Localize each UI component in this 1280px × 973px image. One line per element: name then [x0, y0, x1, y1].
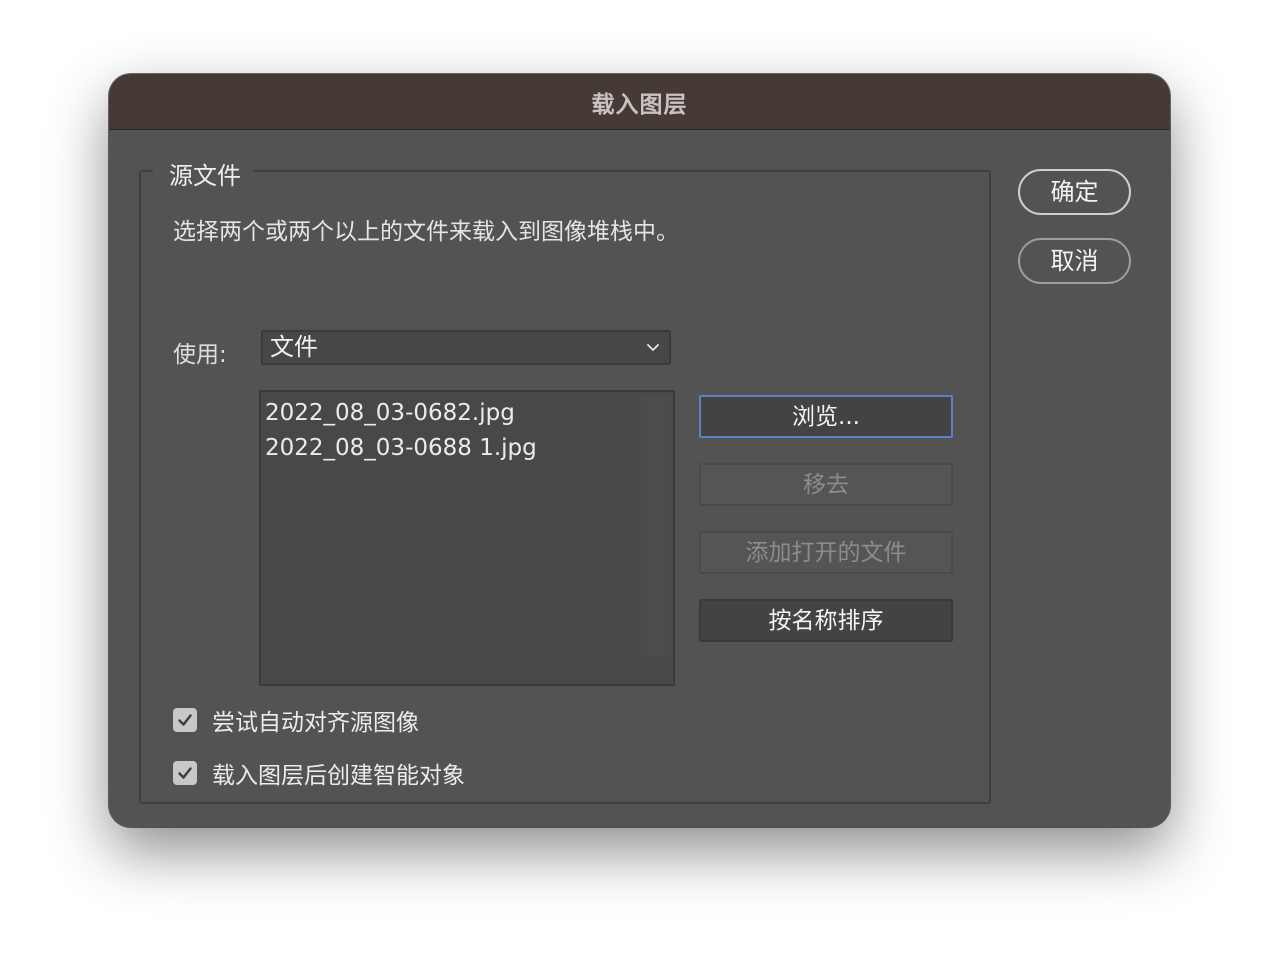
- use-label: 使用:: [173, 342, 227, 368]
- remove-button[interactable]: 移去: [699, 463, 953, 506]
- cancel-button[interactable]: 取消: [1018, 238, 1131, 284]
- load-layers-dialog: 载入图层 源文件 选择两个或两个以上的文件来载入到图像堆栈中。 使用: 文件 2…: [109, 74, 1170, 827]
- smart-object-option[interactable]: 载入图层后创建智能对象: [173, 756, 465, 790]
- file-list-scrollbar[interactable]: [641, 394, 671, 656]
- auto-align-label: 尝试自动对齐源图像: [212, 710, 419, 736]
- list-item[interactable]: 2022_08_03-0682.jpg: [265, 396, 669, 431]
- smart-object-checkbox[interactable]: [173, 761, 197, 785]
- checkmark-icon: [178, 767, 192, 779]
- chevron-down-icon: [647, 344, 659, 351]
- auto-align-checkbox[interactable]: [173, 708, 197, 732]
- sort-by-name-button[interactable]: 按名称排序: [699, 599, 953, 642]
- smart-object-label: 载入图层后创建智能对象: [212, 763, 465, 789]
- browse-button[interactable]: 浏览...: [699, 395, 953, 438]
- use-select-value: 文件: [270, 333, 318, 361]
- dialog-title: 载入图层: [591, 91, 688, 118]
- description-text: 选择两个或两个以上的文件来载入到图像堆栈中。: [173, 219, 679, 245]
- checkmark-icon: [178, 714, 192, 726]
- ok-button[interactable]: 确定: [1018, 169, 1131, 215]
- source-files-group: 源文件 选择两个或两个以上的文件来载入到图像堆栈中。 使用: 文件 2022_0…: [139, 156, 991, 804]
- source-files-legend: 源文件: [153, 156, 253, 191]
- title-bar[interactable]: 载入图层: [109, 74, 1170, 130]
- auto-align-option[interactable]: 尝试自动对齐源图像: [173, 703, 419, 737]
- add-open-files-button[interactable]: 添加打开的文件: [699, 531, 953, 574]
- file-list[interactable]: 2022_08_03-0682.jpg 2022_08_03-0688 1.jp…: [259, 390, 675, 686]
- list-item[interactable]: 2022_08_03-0688 1.jpg: [265, 431, 669, 466]
- use-select[interactable]: 文件: [261, 330, 671, 365]
